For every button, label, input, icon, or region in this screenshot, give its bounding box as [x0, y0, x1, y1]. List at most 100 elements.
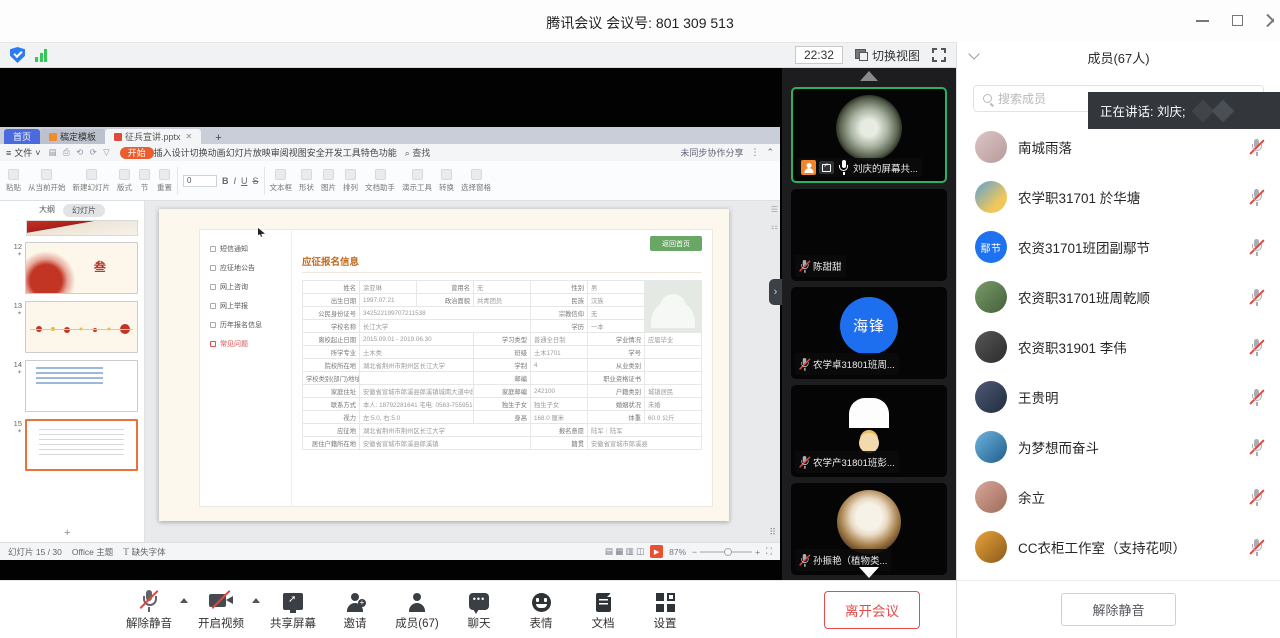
- video-tile-liuqing[interactable]: 刘庆的屏幕共...: [791, 87, 947, 183]
- members-control[interactable]: 成员(67): [386, 588, 448, 631]
- collapse-ribbon-icon[interactable]: ⌃: [766, 147, 774, 158]
- wps-tab-document[interactable]: 征兵宣讲.pptx✕: [105, 129, 201, 144]
- minimize-button[interactable]: [1196, 14, 1209, 27]
- member-row[interactable]: 余立: [957, 472, 1280, 522]
- member-mic-muted-icon[interactable]: [1249, 188, 1264, 206]
- find-button[interactable]: ⌕ 查找: [405, 146, 431, 159]
- ribbon-button[interactable]: 形状: [299, 169, 314, 193]
- wps-file-menu[interactable]: ≡ 文件 ˅: [6, 146, 41, 159]
- wps-menu-item[interactable]: 开始: [120, 147, 154, 159]
- wps-menu-item[interactable]: 动画: [208, 148, 226, 158]
- ribbon-button[interactable]: 重置: [157, 169, 172, 193]
- video-tile-chentiantian[interactable]: 陈甜甜: [791, 189, 947, 281]
- view-mode-icons[interactable]: ▤ ▦ ▥ ◫: [605, 546, 644, 557]
- mic-options-caret[interactable]: [180, 598, 188, 603]
- ribbon-button[interactable]: 选择窗格: [461, 169, 491, 193]
- add-slide-button[interactable]: +: [64, 527, 70, 539]
- wps-cloud-item[interactable]: 分享: [725, 148, 743, 158]
- underline-button[interactable]: U: [241, 176, 248, 186]
- ribbon-button[interactable]: 文档助手: [365, 169, 395, 193]
- wps-menu-item[interactable]: 审阅: [271, 148, 289, 158]
- ribbon-button[interactable]: 转换: [439, 169, 454, 193]
- more-icon[interactable]: ⋮: [750, 147, 759, 158]
- slide-15[interactable]: 短信通知应征地公告网上咨询网上举报历年报名信息常见问题 返回首页 应征报名信息 …: [159, 209, 729, 521]
- security-shield-icon[interactable]: [10, 47, 25, 63]
- switch-view-button[interactable]: 切换视图: [855, 47, 920, 64]
- member-row[interactable]: 鄢节 农资31701班团副鄢节: [957, 222, 1280, 272]
- slide-11-thumbnail-partial[interactable]: [26, 220, 138, 236]
- video-tile-peng[interactable]: 农学产31801班彭...: [791, 385, 947, 477]
- wps-menu-item[interactable]: 视图: [289, 148, 307, 158]
- slide-thumbnail-row[interactable]: 14✦: [6, 360, 138, 412]
- slideshow-play-button[interactable]: ▶: [650, 545, 663, 558]
- scroll-up-arrow[interactable]: [860, 71, 878, 81]
- member-row[interactable]: CC衣柜工作室（支持花呗）: [957, 522, 1280, 572]
- zoom-slider[interactable]: −+: [692, 547, 760, 557]
- member-row[interactable]: 南城雨落: [957, 122, 1280, 172]
- member-mic-muted-icon[interactable]: [1249, 338, 1264, 356]
- wps-menu-item[interactable]: 幻灯片放映: [226, 148, 271, 158]
- close-button[interactable]: [1266, 14, 1274, 27]
- panel-expander[interactable]: ›: [769, 279, 782, 305]
- slide-thumbnail-row[interactable]: 13✦: [6, 301, 138, 353]
- ribbon-button[interactable]: 演示工具: [402, 169, 432, 193]
- ribbon-button[interactable]: 排列: [343, 169, 358, 193]
- invite-control[interactable]: + 邀请: [324, 588, 386, 631]
- ribbon-button[interactable]: 版式: [117, 169, 132, 193]
- ribbon-button[interactable]: 文本框: [270, 169, 293, 193]
- settings-control[interactable]: 设置: [634, 588, 696, 631]
- scroll-down-arrow[interactable]: [859, 567, 879, 578]
- fullscreen-button[interactable]: [932, 48, 946, 62]
- slide-thumbnail[interactable]: [25, 419, 138, 471]
- unmute-control[interactable]: 解除静音: [118, 588, 180, 631]
- wps-cloud-item[interactable]: 协作: [707, 148, 725, 158]
- share-screen-control[interactable]: 共享屏幕: [262, 588, 324, 631]
- member-mic-muted-icon[interactable]: [1249, 288, 1264, 306]
- new-tab-button[interactable]: +: [209, 132, 227, 144]
- wps-menu-item[interactable]: 设计: [172, 148, 190, 158]
- missing-font-warning[interactable]: 𝕋 缺失字体: [123, 546, 165, 558]
- member-mic-muted-icon[interactable]: [1249, 538, 1264, 556]
- close-tab-icon[interactable]: ✕: [186, 132, 193, 141]
- chat-control[interactable]: ••• 聊天: [448, 588, 510, 631]
- video-tile-sunzhenyan[interactable]: 孙振艳（植物类...: [791, 483, 947, 575]
- member-row[interactable]: 农学职31701 於华塘: [957, 172, 1280, 222]
- outline-tab[interactable]: 大纲: [39, 204, 55, 217]
- ribbon-button[interactable]: 节: [139, 169, 150, 193]
- zoom-slider-knob[interactable]: [724, 548, 732, 556]
- slides-tab[interactable]: 幻灯片: [63, 204, 105, 217]
- member-row[interactable]: 为梦想而奋斗: [957, 422, 1280, 472]
- wps-menu-item[interactable]: 安全: [307, 148, 325, 158]
- emoji-control[interactable]: 表情: [510, 588, 572, 631]
- camera-control[interactable]: 开启视频: [190, 588, 252, 631]
- docs-control[interactable]: 文档: [572, 588, 634, 631]
- fit-screen-icon[interactable]: ⛶: [766, 546, 772, 557]
- ribbon-button[interactable]: 新建幻灯片: [73, 169, 111, 193]
- canvas-side-tools[interactable]: ☰⚏: [771, 205, 778, 231]
- wps-tab-home[interactable]: 首页: [4, 129, 40, 144]
- ribbon-button[interactable]: 从当前开始: [28, 169, 66, 193]
- zoom-level[interactable]: 87%: [669, 547, 686, 557]
- quick-access-icons[interactable]: ▤ ⎙ ⟲ ⟳ ▽: [49, 147, 112, 158]
- layout-grid-icon[interactable]: ⠿: [769, 527, 776, 538]
- ribbon-button[interactable]: 图片: [321, 169, 336, 193]
- strike-button[interactable]: S: [253, 176, 259, 186]
- leave-meeting-button[interactable]: 离开会议: [824, 591, 920, 629]
- video-tile-haifeng[interactable]: 海锋 农学卓31801班周...: [791, 287, 947, 379]
- maximize-button[interactable]: [1231, 14, 1244, 27]
- unmute-button[interactable]: 解除静音: [1061, 593, 1175, 626]
- member-row[interactable]: 农资职31901 李伟: [957, 322, 1280, 372]
- wps-tab-template[interactable]: 稿定模板: [40, 129, 105, 144]
- member-mic-muted-icon[interactable]: [1249, 138, 1264, 156]
- member-row[interactable]: 农资职31701班周乾顺: [957, 272, 1280, 322]
- wps-menu-item[interactable]: 切换: [190, 148, 208, 158]
- slide-thumbnail[interactable]: 叁: [25, 242, 138, 294]
- slide-thumbnail[interactable]: [25, 301, 138, 353]
- wps-cloud-item[interactable]: 未同步: [680, 148, 707, 158]
- ribbon-button[interactable]: 粘贴: [6, 169, 21, 193]
- theme-name[interactable]: Office 主题: [72, 546, 113, 558]
- slide-thumbnail-row[interactable]: 12✦ 叁: [6, 242, 138, 294]
- font-size-input[interactable]: 0: [183, 175, 217, 187]
- collapse-panel-chevron-icon[interactable]: [968, 48, 979, 59]
- member-mic-muted-icon[interactable]: [1249, 388, 1264, 406]
